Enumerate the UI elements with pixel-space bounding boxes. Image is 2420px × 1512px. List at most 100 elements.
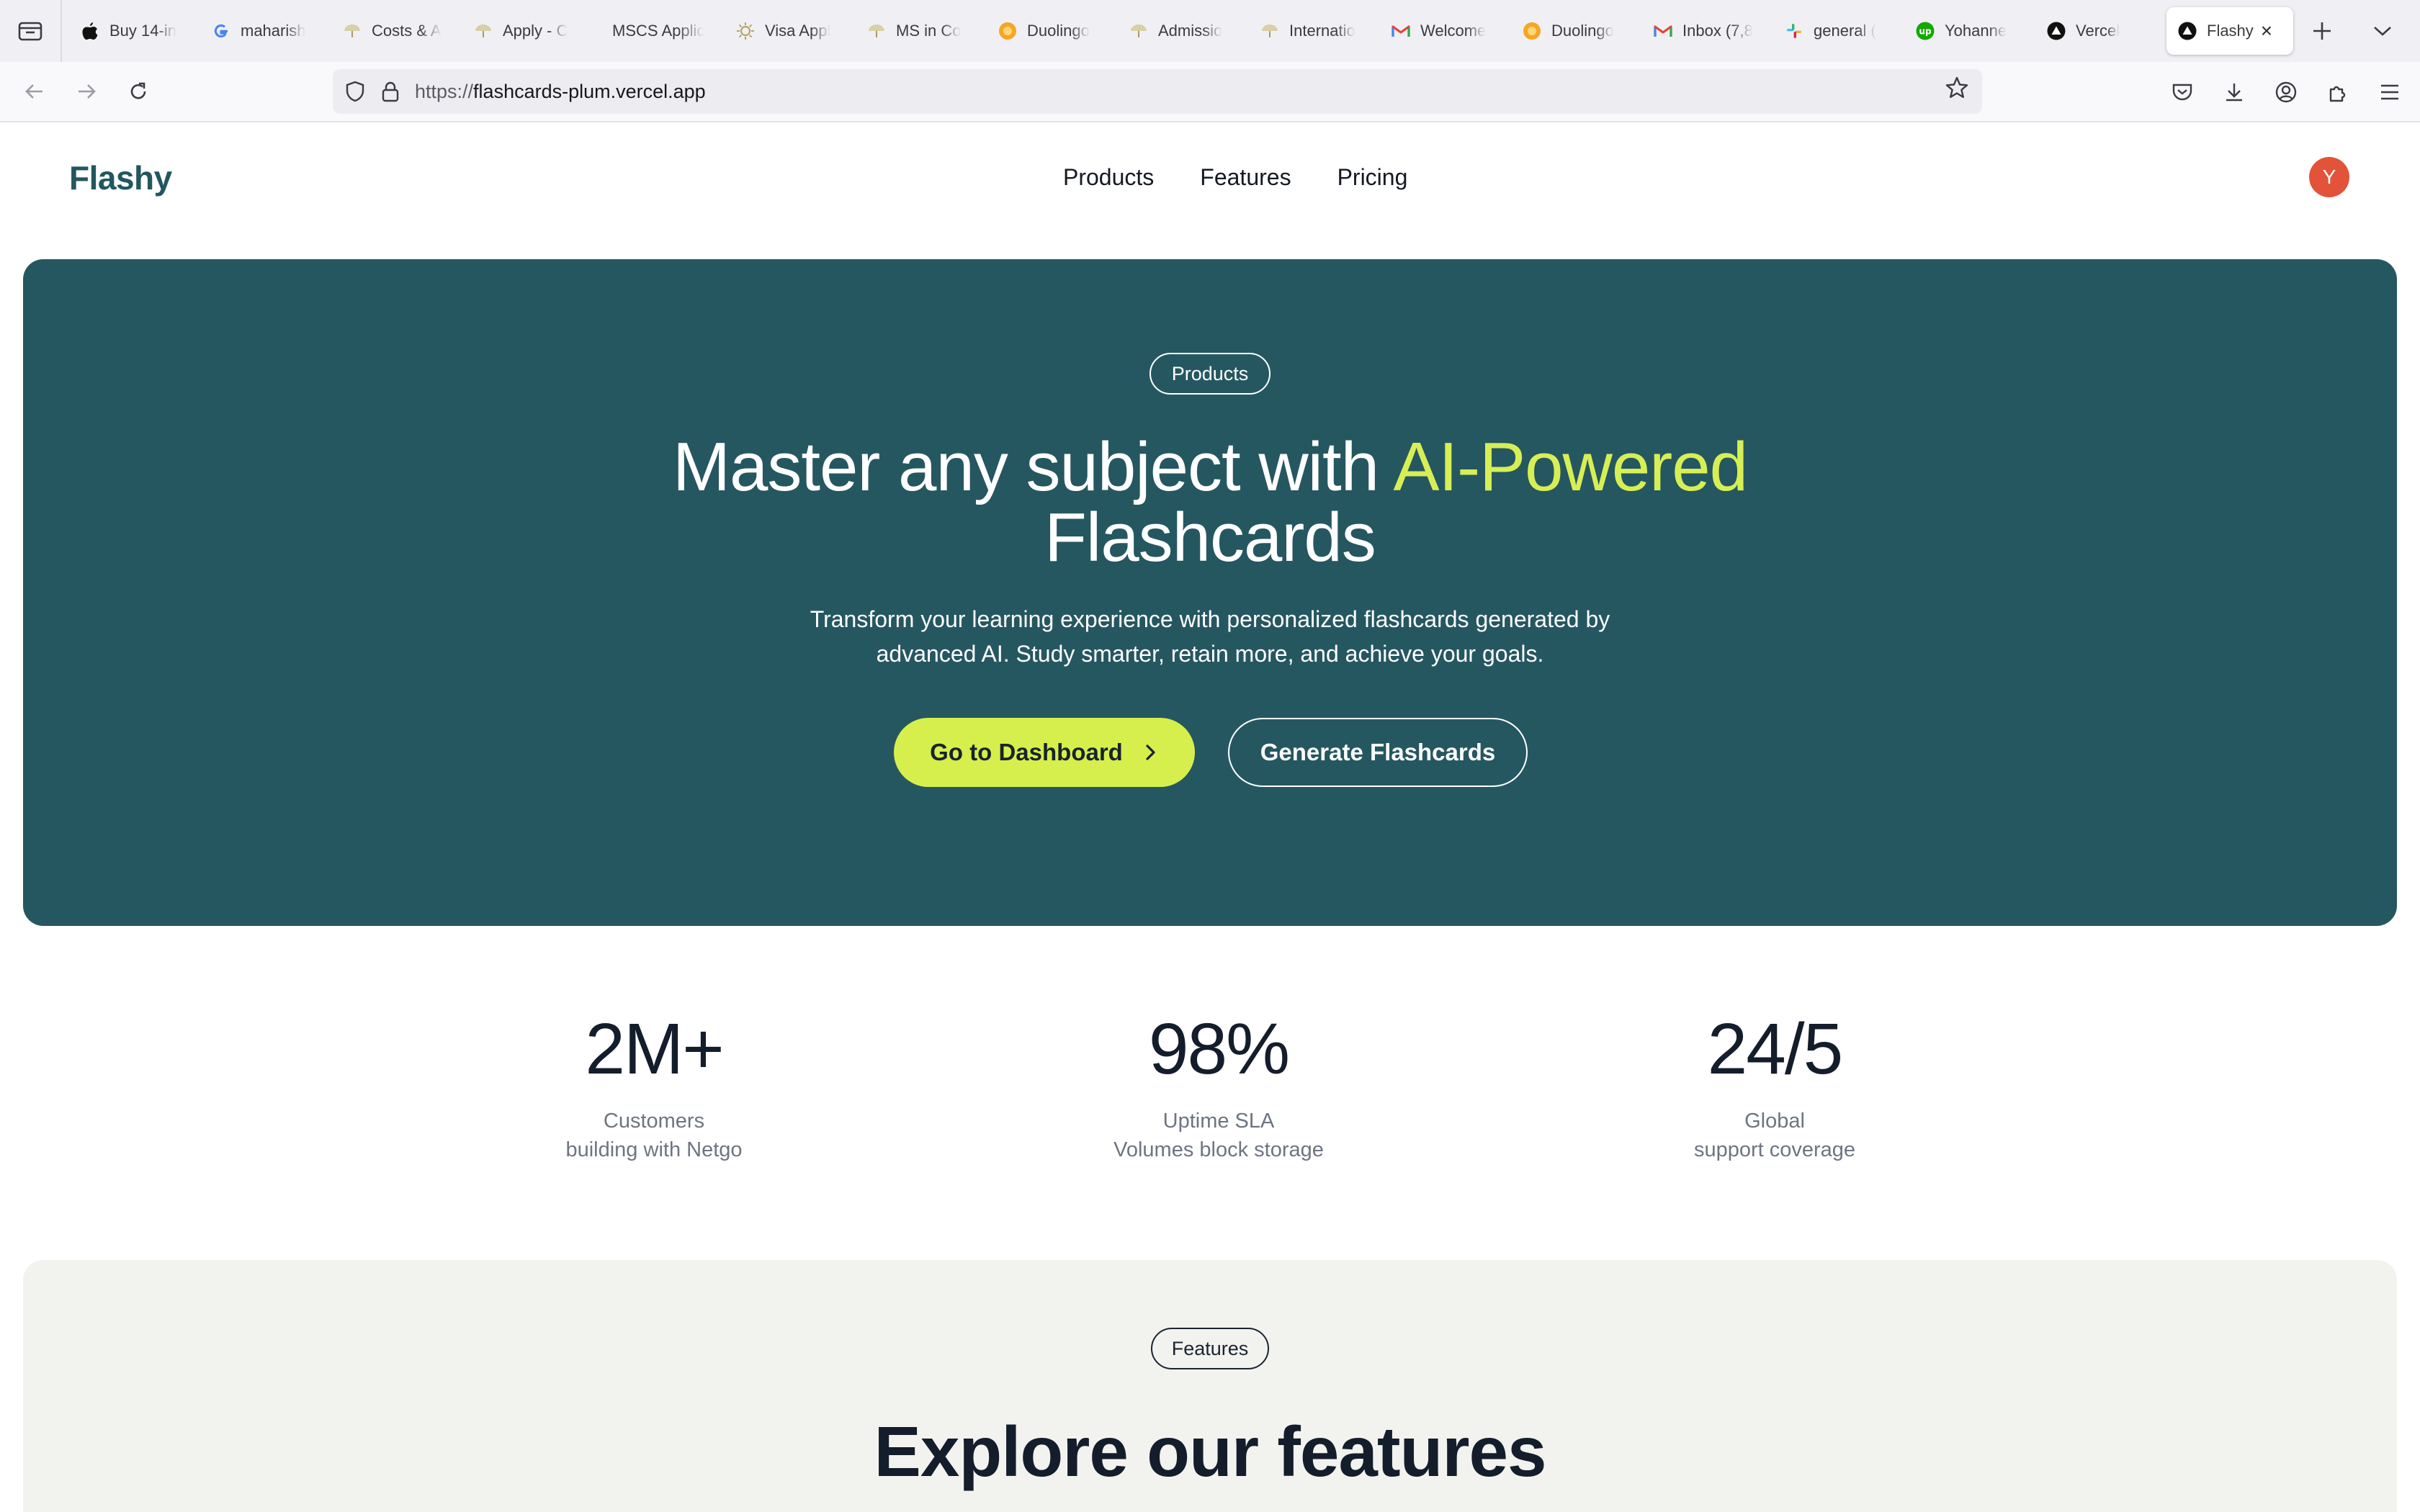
tab-16[interactable]: Vercel [2035,7,2166,55]
tab-4[interactable]: Apply - C [462,7,593,55]
tab-label: Internatio [1289,22,1355,40]
back-arrow-icon [25,84,42,99]
url-scheme: https:// [415,80,474,102]
vercel-icon [2047,22,2066,40]
url-text[interactable]: https://flashcards-plum.vercel.app [415,81,706,103]
gmail-icon [1654,22,1672,40]
new-tab-button[interactable] [2306,15,2338,47]
tab-5[interactable]: MSCS Applic [593,7,725,55]
stat-value: 98% [1148,1009,1290,1089]
chevron-right-icon [1142,742,1159,762]
extensions-button[interactable] [2322,76,2354,108]
forward-button[interactable] [71,76,102,107]
tab-label: MSCS Applic [612,22,705,40]
svg-text:up: up [1919,27,1932,37]
tab-7[interactable]: MS in Co [856,7,987,55]
back-button[interactable] [19,76,50,107]
tab-13[interactable]: Inbox (7,8 [1642,7,1773,55]
stat-value: 24/5 [1707,1009,1844,1089]
forward-arrow-icon [79,84,96,99]
downloads-button[interactable] [2218,76,2250,108]
tab-9[interactable]: Admissio [1118,7,1249,55]
reload-button[interactable] [122,76,154,107]
tab-label: general ( [1814,22,1876,40]
download-icon [2226,84,2242,102]
tab-2[interactable]: maharish [200,7,331,55]
tab-1[interactable]: Buy 14-in [69,7,200,55]
tab-label: Duolingo [1027,22,1090,40]
user-avatar[interactable]: Y [2309,157,2349,197]
hero-title: Master any subject with AI-Powered Flash… [23,432,2397,573]
tab-label: Inbox (7,8 [1682,22,1753,40]
features-pill: Features [1151,1328,1269,1369]
tab-label: Buy 14-in [109,22,176,40]
bookmark-star-icon[interactable] [1945,76,1969,104]
tab-label: Admissio [1158,22,1223,40]
umbrella-icon [474,22,493,40]
url-host: flashcards-plum.vercel.app [473,80,706,102]
stat-label-line1: Uptime SLA [1162,1110,1275,1133]
tab-label: maharish [241,22,306,40]
tab-12[interactable]: Duolingo [1511,7,1642,55]
tab-overview-icon [18,22,42,41]
plus-icon [2313,22,2331,40]
tab-15[interactable]: up Yohanne [1904,7,2035,55]
tab-label: Apply - C [503,22,568,40]
tab-label: Flashy [2207,22,2254,40]
stat-label-line2: building with Netgo [565,1138,743,1161]
generate-flashcards-label: Generate Flashcards [1260,739,1496,765]
browser-nav-bar: https://flashcards-plum.vercel.app [0,62,2420,122]
stat-uptime: 98% Uptime SLA Volumes block storage [1039,1008,1399,1164]
tab-3[interactable]: Costs & A [331,7,462,55]
browser-tab-bar: Buy 14-in maharish Costs & A Apply - C MSCS … [0,0,2420,62]
features-section: Features Explore our features [23,1260,2397,1512]
google-icon [212,22,230,40]
site-header: Flashy Products Features Pricing Y [0,124,2420,236]
duolingo-icon [998,22,1017,40]
chevron-down-icon [2374,27,2391,36]
stat-support: 24/5 Global support coverage [1595,1008,1955,1164]
site-logo[interactable]: Flashy [69,158,172,197]
tab-6[interactable]: Visa Appl [725,7,856,55]
account-icon [2275,81,2297,103]
tab-10[interactable]: Internatio [1249,7,1380,55]
go-to-dashboard-button[interactable]: Go to Dashboard [894,718,1195,787]
go-to-dashboard-label: Go to Dashboard [930,739,1123,765]
tab-label: Duolingo [1551,22,1614,40]
umbrella-icon [343,22,362,40]
apple-icon [81,22,99,40]
tab-overview-button[interactable] [0,0,62,62]
tab-label: Costs & A [372,22,442,40]
tab-label: Yohanne [1945,22,2007,40]
umbrella-icon [867,22,886,40]
tab-active[interactable]: Flashy × [2166,7,2293,55]
menu-button[interactable] [2374,76,2406,108]
lock-icon[interactable] [380,80,400,103]
sun-icon [736,22,755,40]
hero-title-part2: Flashcards [1044,499,1376,576]
main-nav: Products Features Pricing [1063,164,1407,191]
pocket-icon [2172,84,2192,101]
nav-link-features[interactable]: Features [1200,164,1291,191]
pocket-button[interactable] [2166,76,2198,108]
products-pill: Products [1150,353,1270,395]
umbrella-icon [1260,22,1279,40]
account-button[interactable] [2270,76,2302,108]
nav-link-pricing[interactable]: Pricing [1337,164,1408,191]
url-bar[interactable]: https://flashcards-plum.vercel.app [333,69,1982,114]
stat-label: Customers building with Netgo [474,1107,834,1164]
reload-icon [130,82,146,99]
tab-11[interactable]: Welcome [1380,7,1511,55]
shield-icon[interactable] [344,80,366,103]
puzzle-icon [2329,86,2346,102]
vercel-icon [2178,22,2197,40]
generate-flashcards-button[interactable]: Generate Flashcards [1228,718,1528,787]
stat-customers: 2M+ Customers building with Netgo [474,1008,834,1164]
tab-8[interactable]: Duolingo [987,7,1118,55]
hero-title-accent: AI-Powered [1393,428,1748,505]
nav-link-products[interactable]: Products [1063,164,1154,191]
gmail-icon [1392,22,1410,40]
close-tab-icon[interactable]: × [2261,21,2272,41]
tab-14[interactable]: general ( [1773,7,1904,55]
list-all-tabs-button[interactable] [2367,15,2398,47]
